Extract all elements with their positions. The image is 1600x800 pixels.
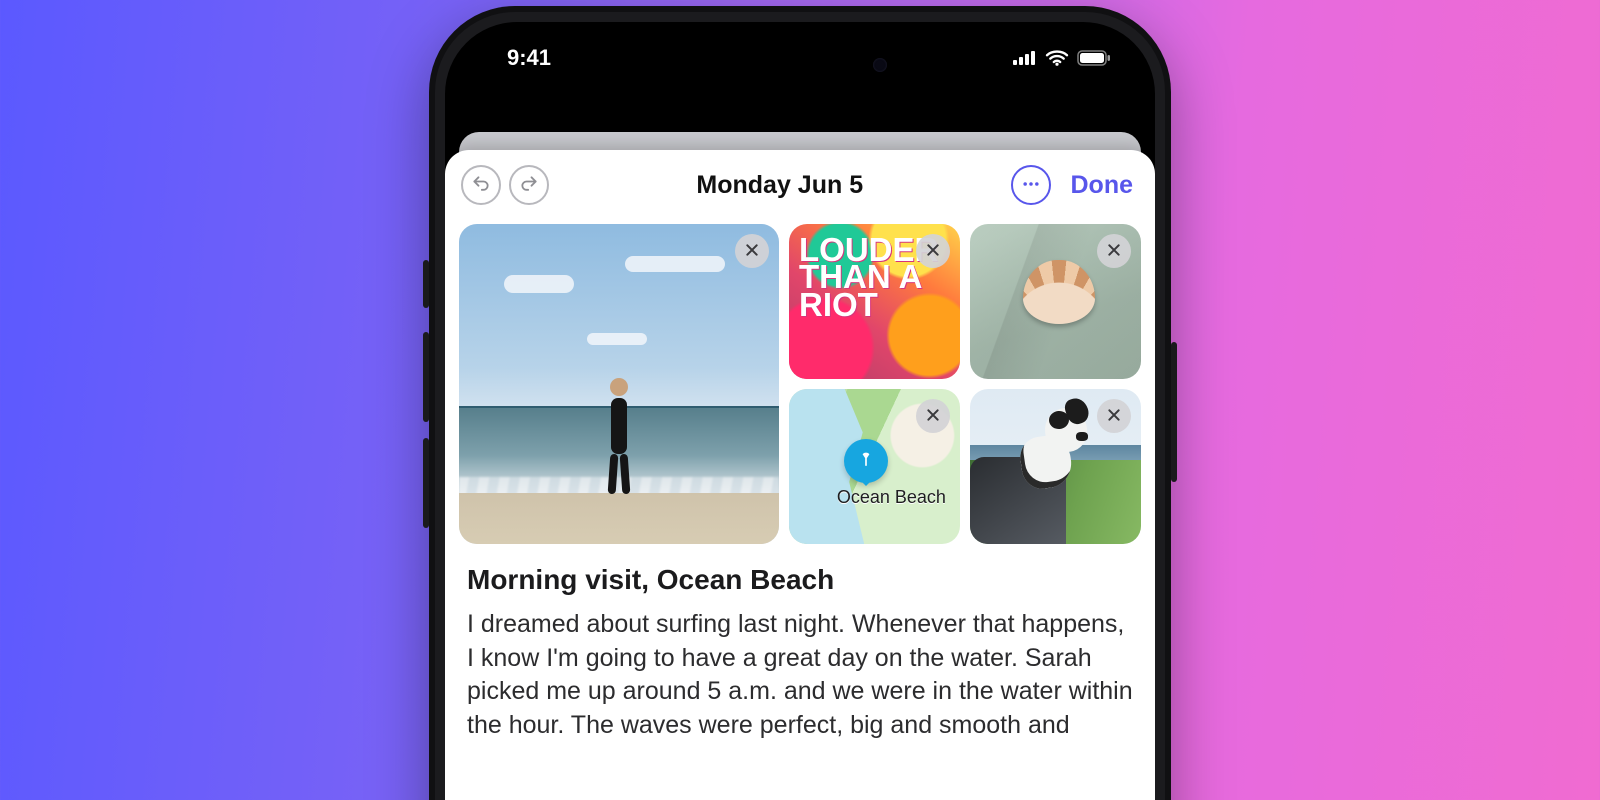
- close-icon: [925, 242, 941, 261]
- phone-screen: 9:41: [445, 22, 1155, 800]
- remove-attachment-button[interactable]: [916, 399, 950, 433]
- undo-icon: [471, 174, 491, 197]
- ellipsis-icon: [1021, 174, 1041, 197]
- entry-title: Morning visit, Ocean Beach: [467, 564, 1133, 596]
- power-button: [1171, 342, 1177, 482]
- cellular-icon: [1013, 51, 1037, 65]
- remove-attachment-button[interactable]: [1097, 234, 1131, 268]
- close-icon: [744, 242, 760, 261]
- entry-date-title: Monday Jun 5: [557, 171, 1003, 200]
- undo-button[interactable]: [461, 165, 501, 205]
- media-tile-photo-shell[interactable]: [970, 224, 1141, 379]
- redo-icon: [519, 174, 539, 197]
- media-tile-podcast[interactable]: LOUDER THAN A RIOT: [789, 224, 960, 379]
- media-attachments: LOUDER THAN A RIOT: [445, 220, 1155, 556]
- media-tile-large[interactable]: [459, 224, 779, 544]
- wifi-icon: [1045, 50, 1069, 66]
- battery-icon: [1077, 50, 1111, 66]
- remove-attachment-button[interactable]: [916, 234, 950, 268]
- side-button: [423, 260, 429, 308]
- redo-button[interactable]: [509, 165, 549, 205]
- map-pin-icon: [844, 439, 888, 483]
- media-tile-photo-dog[interactable]: [970, 389, 1141, 544]
- more-options-button[interactable]: [1011, 165, 1051, 205]
- journal-entry-content[interactable]: Morning visit, Ocean Beach I dreamed abo…: [445, 556, 1155, 742]
- journal-entry-sheet: Monday Jun 5 Done: [445, 150, 1155, 800]
- remove-attachment-button[interactable]: [1097, 399, 1131, 433]
- camera-dot-icon: [873, 58, 887, 72]
- close-icon: [1106, 407, 1122, 426]
- entry-body: I dreamed about surfing last night. When…: [467, 608, 1133, 742]
- dynamic-island: [701, 44, 899, 86]
- status-icons: [1013, 50, 1119, 66]
- entry-toolbar: Monday Jun 5 Done: [445, 150, 1155, 220]
- media-tile-map[interactable]: Ocean Beach: [789, 389, 960, 544]
- map-location-label: Ocean Beach: [837, 488, 946, 508]
- close-icon: [1106, 242, 1122, 261]
- volume-down-button: [423, 438, 429, 528]
- phone-mockup: 9:41: [429, 6, 1171, 800]
- close-icon: [925, 407, 941, 426]
- remove-attachment-button[interactable]: [735, 234, 769, 268]
- volume-up-button: [423, 332, 429, 422]
- done-button[interactable]: Done: [1059, 167, 1140, 204]
- status-time: 9:41: [481, 45, 551, 71]
